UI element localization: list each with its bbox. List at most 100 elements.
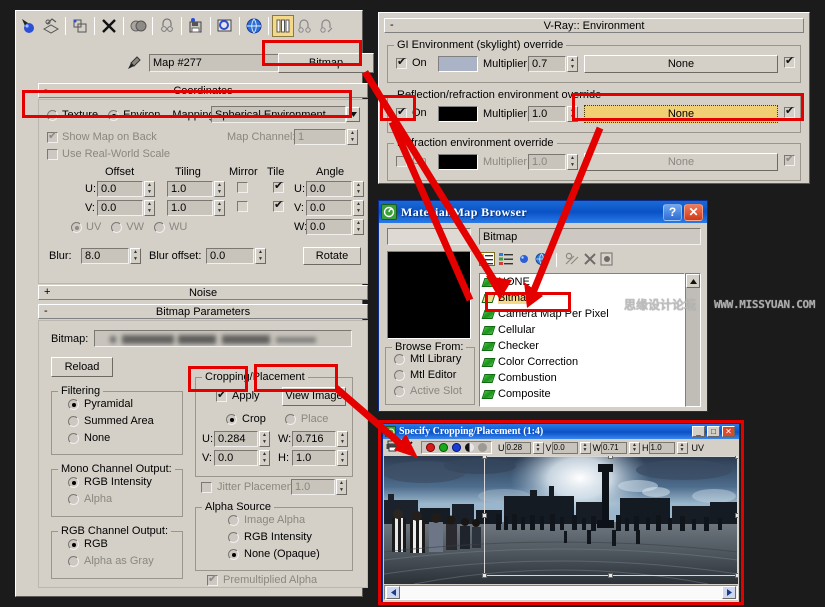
offset-u-field[interactable]: 0.0 — [97, 181, 143, 197]
rgb-radio[interactable] — [68, 538, 79, 550]
close-icon[interactable]: ✕ — [684, 203, 703, 221]
image-alpha-radio[interactable] — [228, 514, 239, 526]
premultiplied-alpha-checkbox[interactable] — [207, 573, 218, 586]
gi-multiplier-spinner[interactable]: ▲ ▼ — [567, 56, 578, 72]
put-to-library-icon[interactable] — [185, 15, 207, 37]
tiling-u-spinner[interactable]: ▲ ▼ — [214, 181, 225, 197]
print-icon[interactable] — [386, 440, 399, 455]
refraction-multiplier-spinner[interactable]: ▲ ▼ — [567, 154, 578, 170]
delete-icon[interactable] — [583, 252, 597, 269]
angle-u-field[interactable]: 0.0 — [306, 181, 352, 197]
filtering-none-radio[interactable] — [68, 432, 79, 444]
map-channel-field[interactable]: 1 — [294, 129, 346, 145]
filtering-summed-area-radio[interactable] — [68, 415, 79, 427]
alpha-as-gray-radio[interactable] — [68, 555, 79, 567]
crop-v-field[interactable]: 0.0 — [214, 450, 258, 466]
bitmap-parameters-rollup-header[interactable]: - Bitmap Parameters — [38, 304, 368, 319]
map-list-scrollbar[interactable] — [685, 273, 701, 407]
crop-selection-rect[interactable] — [482, 456, 738, 578]
view-small-icons-icon[interactable] — [498, 252, 514, 269]
crop-h-spinner[interactable]: ▲ ▼ — [676, 441, 688, 454]
uv-radio[interactable] — [71, 221, 82, 233]
reflection-map-enable-checkbox[interactable] — [784, 105, 795, 118]
crop-v-spinner[interactable]: ▲ ▼ — [579, 441, 591, 454]
scroll-track[interactable] — [400, 586, 722, 599]
minimize-button[interactable]: _ — [692, 426, 705, 437]
refraction-color-swatch[interactable] — [438, 154, 478, 170]
jitter-placement-field[interactable]: 1.0 — [291, 479, 335, 495]
crop-handle-w[interactable] — [482, 513, 487, 518]
crop-w-field[interactable]: 0.71 — [601, 441, 628, 454]
cropping-window-titlebar[interactable]: Specify Cropping/Placement (1:4) _ □ ✕ — [383, 424, 739, 439]
get-material-icon[interactable] — [18, 15, 40, 37]
refraction-multiplier-field[interactable]: 1.0 — [528, 154, 566, 170]
view-image-button[interactable]: View Image — [282, 387, 346, 406]
vw-radio[interactable] — [111, 221, 123, 233]
list-item[interactable]: Checker — [480, 338, 684, 354]
noise-rollup-header[interactable]: + Noise — [38, 285, 368, 300]
tile-v-checkbox[interactable] — [273, 199, 284, 212]
wu-radio[interactable] — [154, 221, 166, 233]
list-item[interactable]: Composite — [480, 386, 684, 402]
crop-handle-sw[interactable] — [482, 573, 487, 578]
reload-button[interactable]: Reload — [51, 357, 113, 377]
jitter-placement-spinner[interactable]: ▲ ▼ — [336, 479, 347, 495]
crop-v-spinner[interactable]: ▲ ▼ — [259, 450, 270, 466]
browse-mtl-library-radio[interactable] — [394, 353, 405, 365]
gi-map-button[interactable]: None — [584, 55, 778, 73]
list-item[interactable]: NONE — [480, 274, 684, 290]
alpha-none-opaque-radio[interactable] — [228, 548, 239, 560]
green-channel-icon[interactable] — [439, 443, 448, 452]
crop-w-spinner[interactable]: ▲ ▼ — [337, 431, 348, 447]
mirror-v-checkbox[interactable] — [237, 201, 248, 212]
reflection-color-swatch[interactable] — [438, 106, 478, 122]
crop-u-field[interactable]: 0.284 — [214, 431, 258, 447]
material-id-channel-icon[interactable] — [214, 15, 236, 37]
help-button[interactable]: ? — [663, 203, 682, 221]
close-icon[interactable]: ✕ — [722, 426, 735, 437]
mapping-dropdown-button[interactable] — [346, 107, 360, 122]
scroll-up-button[interactable] — [686, 274, 700, 288]
make-unique-icon[interactable] — [156, 15, 178, 37]
gi-on-checkbox[interactable] — [396, 56, 407, 69]
apply-crop-checkbox[interactable] — [216, 389, 227, 402]
crop-handle-se[interactable] — [735, 573, 738, 578]
crop-handle-ne[interactable] — [735, 456, 738, 459]
crop-handle-n[interactable] — [608, 456, 613, 459]
view-list-icon[interactable] — [479, 251, 495, 269]
crop-handle-e[interactable] — [735, 513, 738, 518]
reflection-map-button[interactable]: None — [584, 105, 778, 123]
reflection-multiplier-spinner[interactable]: ▲ ▼ — [567, 106, 578, 122]
material-map-browser-titlebar[interactable]: Material/Map Browser ? ✕ — [379, 201, 707, 223]
scroll-left-button[interactable] — [386, 586, 400, 599]
list-item[interactable]: Color Correction — [480, 354, 684, 370]
tiling-u-field[interactable]: 1.0 — [167, 181, 213, 197]
crop-w-spinner[interactable]: ▲ ▼ — [629, 441, 641, 454]
alpha-rgb-intensity-radio[interactable] — [228, 531, 239, 543]
mono-alpha-radio[interactable] — [68, 493, 79, 505]
crop-image-scrollbar[interactable] — [384, 585, 738, 600]
show-map-on-back-checkbox[interactable] — [47, 130, 58, 143]
mono-rgb-intensity-radio[interactable] — [68, 476, 79, 488]
angle-u-spinner[interactable]: ▲ ▼ — [353, 181, 364, 197]
crop-u-spinner[interactable]: ▲ ▼ — [259, 431, 270, 447]
make-material-copy-icon[interactable] — [127, 15, 149, 37]
tiling-v-spinner[interactable]: ▲ ▼ — [214, 200, 225, 216]
environ-radio[interactable] — [108, 109, 120, 121]
assign-to-selection-icon[interactable] — [69, 15, 91, 37]
offset-v-field[interactable]: 0.0 — [97, 200, 143, 216]
texture-radio[interactable] — [47, 109, 58, 121]
browse-mtl-editor-radio[interactable] — [394, 369, 405, 381]
mapping-select[interactable]: Spherical Environment — [211, 106, 346, 123]
list-item[interactable]: Cellular — [480, 322, 684, 338]
reflection-multiplier-field[interactable]: 1.0 — [528, 106, 566, 122]
reset-map-icon[interactable] — [98, 15, 120, 37]
angle-v-field[interactable]: 0.0 — [306, 200, 352, 216]
angle-w-spinner[interactable]: ▲ ▼ — [353, 219, 364, 235]
tile-u-checkbox[interactable] — [273, 180, 284, 193]
go-to-parent-icon[interactable] — [294, 15, 316, 37]
mono-channel-icon[interactable] — [478, 443, 487, 452]
coordinates-rollup-header[interactable]: - Coordinates — [38, 83, 368, 98]
blur-offset-field[interactable]: 0.0 — [206, 248, 254, 264]
crop-w-field[interactable]: 0.716 — [292, 431, 336, 447]
